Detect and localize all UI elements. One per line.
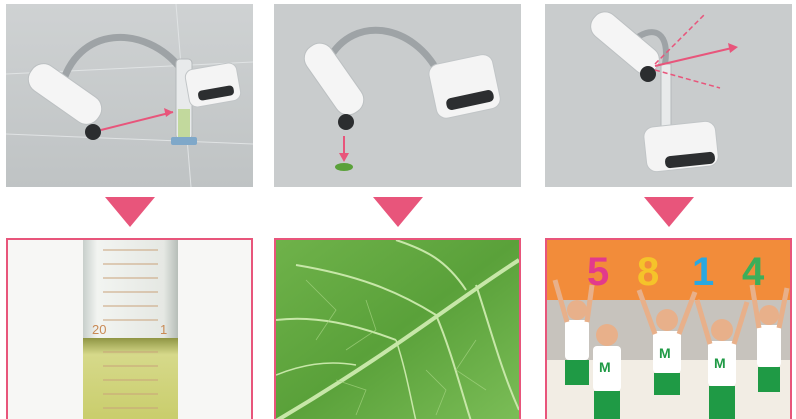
camera-top-down-view-photo [274, 4, 521, 187]
tube-mark-20: 20 [92, 322, 106, 337]
number-board-digit: 1 [692, 250, 714, 294]
leaf-closeup-photo [274, 238, 521, 419]
down-arrow-icon [373, 197, 423, 227]
tube-mark-1: 1 [160, 322, 167, 337]
number-board-digit: 8 [637, 250, 659, 294]
test-tube-closeup-photo: 20 1 [6, 238, 253, 419]
down-arrow-icon [105, 197, 155, 227]
svg-text:M: M [599, 359, 611, 375]
camera-front-view-photo [545, 4, 792, 187]
svg-text:M: M [659, 345, 671, 361]
camera-side-view-photo [6, 4, 253, 187]
down-arrow-icon [644, 197, 694, 227]
svg-text:M: M [714, 355, 726, 371]
children-exercising-photo: 5 8 1 4 M M M [545, 238, 792, 419]
